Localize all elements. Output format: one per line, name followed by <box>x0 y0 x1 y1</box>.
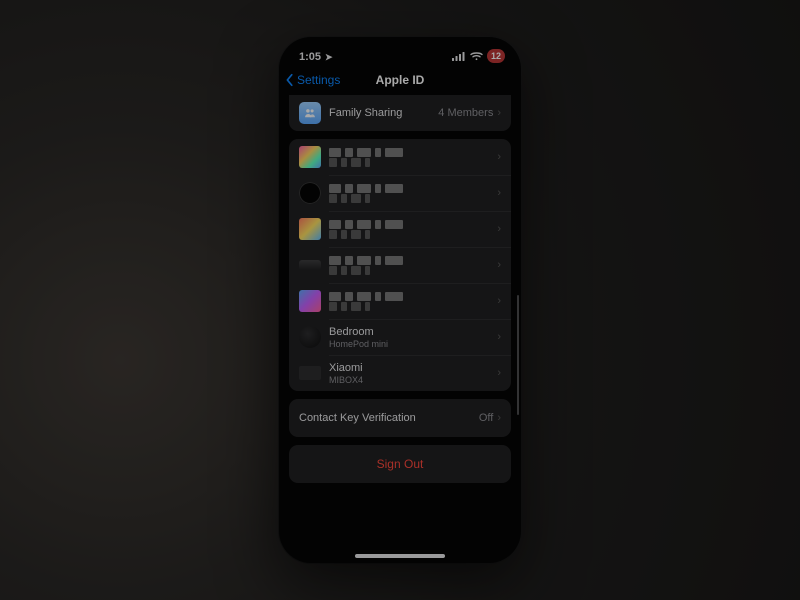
row-device-mibox[interactable]: XiaomiMIBOX4› <box>289 355 511 391</box>
group-sign-out: Sign Out <box>289 445 511 483</box>
ipad-color-icon <box>299 218 321 240</box>
device-subtitle <box>329 266 497 275</box>
iphone-color-icon <box>299 146 321 168</box>
chevron-right-icon: › <box>497 413 501 424</box>
device-subtitle <box>329 194 497 203</box>
battery-indicator: 12 <box>487 49 505 63</box>
row-contact-key-verification[interactable]: Contact Key Verification Off › <box>289 399 511 437</box>
family-sharing-icon <box>299 102 321 124</box>
page-title: Apple ID <box>376 73 425 87</box>
row-device-macmini[interactable]: › <box>289 247 511 283</box>
row-device-homepod[interactable]: BedroomHomePod mini› <box>289 319 511 355</box>
apple-watch-icon <box>299 182 321 204</box>
phone-frame: 1:05 ➤ 12 Settings Apple ID <box>279 37 521 563</box>
device-subtitle <box>329 302 497 311</box>
contact-key-label: Contact Key Verification <box>299 412 479 424</box>
family-sharing-label: Family Sharing <box>329 107 438 119</box>
nav-bar: Settings Apple ID <box>279 65 521 95</box>
device-title: Bedroom <box>329 326 497 338</box>
sign-out-button[interactable]: Sign Out <box>289 445 511 483</box>
status-bar: 1:05 ➤ 12 <box>279 37 521 65</box>
device-title <box>329 184 497 193</box>
signal-icon <box>452 51 466 61</box>
device-title <box>329 292 497 301</box>
group-contact-key: Contact Key Verification Off › <box>289 399 511 437</box>
chevron-right-icon: › <box>497 332 501 343</box>
wifi-icon <box>470 51 483 61</box>
family-sharing-value: 4 Members <box>438 107 493 119</box>
group-devices: ›››››BedroomHomePod mini›XiaomiMIBOX4› <box>289 139 511 391</box>
contact-key-value: Off <box>479 412 493 424</box>
group-family: Family Sharing 4 Members › <box>289 95 511 131</box>
row-device-watch[interactable]: › <box>289 175 511 211</box>
device-subtitle: HomePod mini <box>329 339 497 349</box>
chevron-right-icon: › <box>497 108 501 119</box>
chevron-right-icon: › <box>497 224 501 235</box>
homepod-icon <box>299 326 321 348</box>
row-device-iphone[interactable]: › <box>289 139 511 175</box>
mibox-icon <box>299 366 321 380</box>
chevron-right-icon: › <box>497 296 501 307</box>
device-title <box>329 148 497 157</box>
row-device-ipad[interactable]: › <box>289 211 511 247</box>
chevron-right-icon: › <box>497 260 501 271</box>
sign-out-label: Sign Out <box>299 457 501 471</box>
row-device-monitor[interactable]: › <box>289 283 511 319</box>
chevron-right-icon: › <box>497 188 501 199</box>
device-subtitle: MIBOX4 <box>329 375 497 385</box>
back-button[interactable]: Settings <box>285 65 340 95</box>
status-left: 1:05 ➤ <box>299 51 333 63</box>
home-indicator[interactable] <box>355 554 445 558</box>
chevron-right-icon: › <box>497 152 501 163</box>
macmini-icon <box>299 260 321 270</box>
chevron-right-icon: › <box>497 368 501 379</box>
scroll-area[interactable]: Family Sharing 4 Members › ›››››BedroomH… <box>279 95 521 563</box>
device-title <box>329 256 497 265</box>
device-title <box>329 220 497 229</box>
back-label: Settings <box>297 73 340 87</box>
status-right: 12 <box>452 49 505 63</box>
device-subtitle <box>329 230 497 239</box>
location-icon: ➤ <box>325 52 333 63</box>
monitor-icon <box>299 290 321 312</box>
device-subtitle <box>329 158 497 167</box>
device-title: Xiaomi <box>329 362 497 374</box>
status-time: 1:05 <box>299 51 321 63</box>
scrollbar[interactable] <box>517 295 519 415</box>
row-family-sharing[interactable]: Family Sharing 4 Members › <box>289 95 511 131</box>
